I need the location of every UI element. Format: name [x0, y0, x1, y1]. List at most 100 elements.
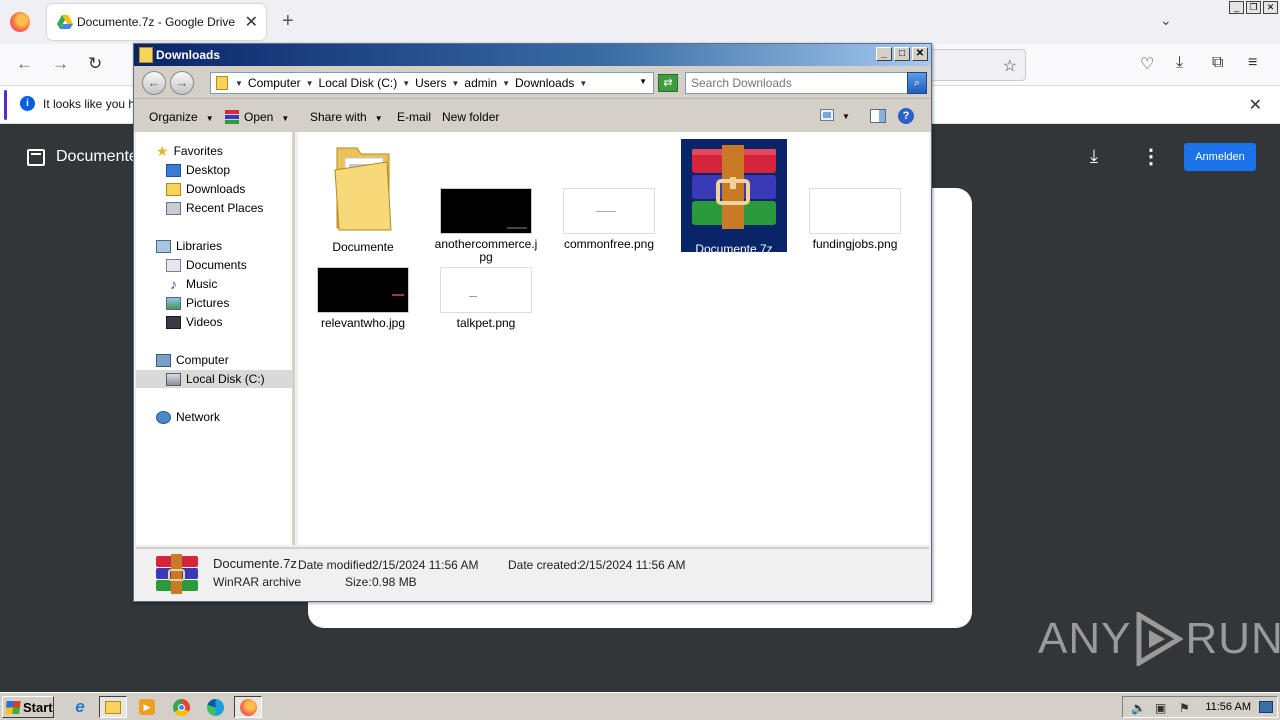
file-item[interactable]: Documente: [310, 140, 416, 254]
explorer-minimize-icon[interactable]: _: [876, 47, 892, 61]
clock[interactable]: 11:56 AM: [1205, 701, 1251, 713]
new-tab-icon[interactable]: +: [282, 10, 294, 33]
details-modified-label: Date modified:: [298, 558, 376, 572]
file-name: relevantwho.jpg: [320, 316, 406, 330]
minimize-icon[interactable]: _: [1229, 1, 1244, 14]
nav-music[interactable]: ♪ Music: [166, 275, 217, 293]
new-folder-button[interactable]: New folder: [442, 110, 499, 124]
nav-recent-places[interactable]: Recent Places: [166, 199, 263, 217]
nav-libraries[interactable]: Libraries: [156, 237, 222, 255]
more-options-icon[interactable]: ⋮: [1141, 144, 1161, 169]
taskbar-chrome-icon[interactable]: [167, 696, 195, 718]
firefox-logo-icon[interactable]: [10, 12, 30, 32]
image-thumbnail: [440, 267, 532, 313]
taskbar-explorer-icon[interactable]: [99, 696, 127, 718]
image-thumbnail: [317, 267, 409, 313]
explorer-close-icon[interactable]: ✕: [912, 47, 928, 61]
taskbar-edge-icon[interactable]: [201, 696, 229, 718]
preview-pane-icon[interactable]: [870, 109, 886, 123]
nav-local-disk[interactable]: Local Disk (C:): [136, 370, 292, 388]
nav-videos[interactable]: Videos: [166, 313, 222, 331]
file-name: fundingjobs.png: [812, 237, 898, 251]
taskbar-media-player-icon[interactable]: ▶: [133, 696, 161, 718]
file-item[interactable]: anothercommerce.jpg: [433, 140, 539, 264]
back-arrow-icon[interactable]: ←: [16, 54, 33, 74]
start-button[interactable]: Start: [2, 696, 54, 718]
file-item[interactable]: commonfree.png: [556, 140, 662, 251]
action-center-flag-icon[interactable]: ⚑: [1179, 701, 1190, 715]
download-icon[interactable]: ⤓: [1090, 146, 1098, 167]
forward-arrow-icon[interactable]: →: [52, 54, 69, 74]
libraries-icon: [156, 239, 171, 253]
email-button[interactable]: E-mail: [397, 110, 431, 124]
notification-close-icon[interactable]: ✕: [1249, 95, 1262, 115]
list-all-tabs-icon[interactable]: ⌄: [1160, 12, 1172, 29]
close-icon[interactable]: ✕: [1263, 1, 1278, 14]
details-created-label: Date created:: [508, 558, 581, 572]
network-tray-icon[interactable]: ▣: [1155, 701, 1166, 715]
share-with-button[interactable]: Share with ▼: [310, 110, 383, 124]
open-button[interactable]: Open ▼: [244, 110, 289, 124]
details-file-name: Documente.7z: [213, 556, 297, 571]
notification-text: It looks like you ha: [43, 97, 142, 111]
watermark-text-left: ANY: [1038, 614, 1132, 663]
breadcrumb-item[interactable]: Downloads: [515, 76, 574, 91]
taskbar-firefox-icon[interactable]: [234, 696, 262, 718]
bookmark-star-icon[interactable]: ☆: [1003, 56, 1017, 76]
browser-tab-active[interactable]: Documente.7z - Google Drive ✕: [47, 4, 266, 40]
help-icon[interactable]: ?: [898, 108, 914, 124]
network-icon: [156, 410, 171, 424]
nav-pictures[interactable]: Pictures: [166, 294, 229, 312]
breadcrumb-item[interactable]: Local Disk (C:): [319, 76, 398, 91]
menu-icon[interactable]: ≡: [1248, 54, 1257, 72]
restore-icon[interactable]: ❐: [1246, 1, 1261, 14]
file-item[interactable]: fundingjobs.png: [802, 140, 908, 251]
breadcrumb-item[interactable]: admin: [464, 76, 497, 91]
nav-favorites[interactable]: ★ Favorites: [156, 142, 223, 160]
search-input[interactable]: [685, 72, 909, 94]
taskbar: Start e ▶ 🔈 ▣ ⚑ 11:56 AM: [0, 692, 1280, 720]
file-item-selected[interactable]: Documente.7z: [681, 139, 787, 256]
taskbar-ie-icon[interactable]: e: [66, 696, 94, 718]
file-list-area: Documente anothercommerce.jpg commonfree…: [298, 132, 929, 545]
breadcrumb: ▼ Computer ▼ Local Disk (C:) ▼ Users ▼ a…: [235, 76, 588, 91]
nav-network[interactable]: Network: [156, 408, 220, 426]
details-modified-value: 2/15/2024 11:56 AM: [372, 558, 479, 572]
explorer-title-bar[interactable]: Downloads _ □ ✕: [134, 44, 931, 66]
tab-close-icon[interactable]: ✕: [245, 12, 258, 32]
breadcrumb-item[interactable]: Computer: [248, 76, 301, 91]
view-dropdown-icon[interactable]: ▼: [842, 112, 850, 121]
address-folder-icon: [216, 76, 228, 90]
pocket-icon[interactable]: ♡: [1140, 54, 1154, 74]
file-item[interactable]: talkpet.png: [433, 267, 539, 330]
navigation-pane: ★ Favorites Desktop Downloads Recent Plac…: [136, 132, 295, 545]
view-options-icon[interactable]: [820, 109, 834, 121]
music-icon: ♪: [170, 276, 177, 292]
nav-downloads[interactable]: Downloads: [166, 180, 245, 198]
downloads-icon[interactable]: ⤓: [1176, 54, 1183, 72]
refresh-icon[interactable]: ⇄: [658, 74, 678, 92]
explorer-forward-icon[interactable]: →: [170, 71, 194, 95]
organize-button[interactable]: Organize ▼: [149, 110, 214, 124]
file-item[interactable]: relevantwho.jpg: [310, 267, 416, 330]
address-dropdown-icon[interactable]: ▼: [639, 77, 647, 86]
nav-computer[interactable]: Computer: [156, 351, 229, 369]
show-desktop-icon[interactable]: [1259, 701, 1273, 713]
signin-button[interactable]: Anmelden: [1184, 143, 1256, 171]
reload-icon[interactable]: ↻: [88, 54, 102, 74]
winrar-archive-icon: [692, 145, 776, 229]
nav-documents[interactable]: Documents: [166, 256, 247, 274]
explorer-back-icon[interactable]: ←: [142, 71, 166, 95]
breadcrumb-item[interactable]: Users: [415, 76, 446, 91]
recent-places-icon: [166, 201, 181, 215]
search-icon[interactable]: ⌕: [907, 72, 927, 94]
file-name: Documente.7z: [695, 242, 773, 256]
nav-desktop[interactable]: Desktop: [166, 161, 230, 179]
local-disk-icon: [166, 372, 181, 386]
volume-icon[interactable]: 🔈: [1131, 701, 1146, 715]
address-bar[interactable]: ▼ Computer ▼ Local Disk (C:) ▼ Users ▼ a…: [210, 72, 654, 94]
star-icon: ★: [156, 142, 169, 159]
extensions-icon[interactable]: ⧉: [1212, 54, 1223, 72]
pictures-icon: [166, 296, 181, 310]
explorer-maximize-icon[interactable]: □: [894, 47, 910, 61]
